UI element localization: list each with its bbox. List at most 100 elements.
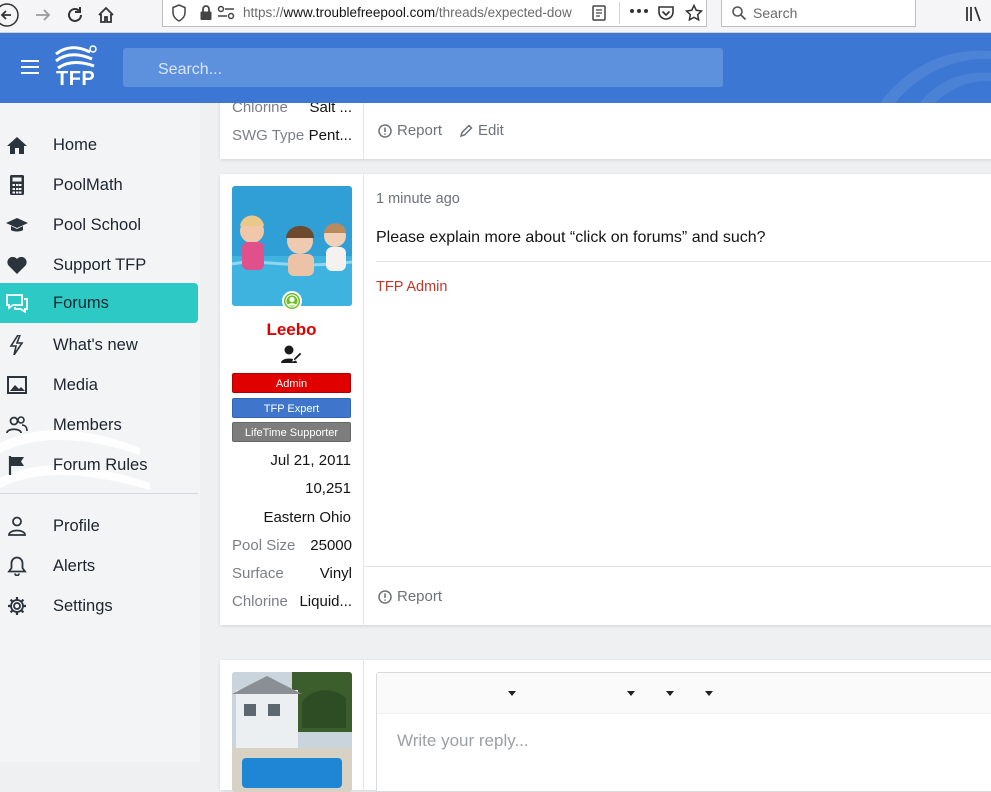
badge-lifetime-supporter: LifeTime Supporter (232, 422, 351, 442)
sidebar-item-whats-new[interactable]: What's new (0, 325, 198, 365)
shield-icon (172, 4, 186, 22)
sidebar-item-support-tfp[interactable]: Support TFP (0, 245, 198, 285)
forward-button[interactable] (30, 2, 56, 28)
sidebar-item-alerts[interactable]: Alerts (0, 546, 198, 586)
reply-editor[interactable]: Write your reply... (376, 672, 991, 792)
reply-placeholder: Write your reply... (397, 731, 529, 750)
library-icon[interactable] (964, 5, 984, 23)
info-value: Liquid... (299, 593, 352, 610)
more-dots-icon[interactable] (629, 8, 649, 14)
avatar[interactable] (232, 186, 352, 306)
hamburger-menu-icon (21, 60, 39, 74)
info-key: Pool Size (232, 537, 296, 554)
site-search-placeholder: Search... (158, 61, 223, 78)
chevron-down-icon[interactable] (705, 691, 713, 696)
site-search-input[interactable]: Search... (123, 48, 723, 87)
sidebar-item-poolmath[interactable]: PoolMath (0, 165, 198, 205)
chevron-down-icon[interactable] (627, 691, 635, 696)
sidebar-item-forum-rules[interactable]: Forum Rules (0, 445, 198, 485)
reload-icon (68, 7, 82, 22)
sidebar-item-label: Home (53, 136, 98, 154)
sidebar-item-label: What's new (53, 336, 138, 354)
post-signature: TFP Admin (376, 279, 448, 295)
post-footer-divider (364, 566, 991, 567)
browser-search-field[interactable]: Search (721, 0, 916, 27)
sidebar-item-members[interactable]: Members (0, 405, 198, 445)
sidebar-item-settings[interactable]: Settings (0, 586, 198, 626)
sidebar-item-label: Media (53, 376, 98, 394)
heart-icon (7, 256, 27, 274)
report-button[interactable]: Report (378, 122, 442, 139)
home-browser-button[interactable] (93, 2, 119, 28)
alert-circle-icon (378, 123, 392, 138)
user-location: Eastern Ohio (263, 509, 351, 526)
lock-icon (200, 5, 212, 20)
sidebar-item-profile[interactable]: Profile (0, 506, 198, 546)
staff-member-icon (281, 344, 303, 369)
avatar-photo (232, 186, 352, 306)
menu-toggle-button[interactable] (20, 59, 40, 80)
sidebar-item-home[interactable]: Home (0, 125, 198, 165)
flag-icon (8, 456, 24, 475)
reply-user-info (220, 660, 364, 792)
quick-reply: Write your reply... (220, 660, 991, 792)
online-status-indicator (282, 291, 302, 311)
edit-button[interactable]: Edit (459, 122, 504, 139)
info-value: Vinyl (319, 565, 352, 582)
badge-tfp-expert: TFP Expert (232, 398, 351, 418)
chevron-down-icon[interactable] (666, 691, 674, 696)
message-count[interactable]: 10,251 (305, 480, 351, 497)
info-key: Chlorine (232, 593, 288, 610)
browser-toolbar: https://www.troublefreepool.com/threads/… (0, 0, 991, 33)
sidebar-item-label: Alerts (53, 557, 96, 575)
username[interactable]: Leebo (220, 320, 363, 340)
browser-search-placeholder: Search (753, 5, 798, 21)
post-body: Please explain more about “click on foru… (376, 229, 766, 246)
post-timestamp[interactable]: 1 minute ago (376, 191, 460, 207)
online-user-icon (284, 293, 300, 309)
current-user-avatar[interactable] (232, 672, 352, 792)
sidebar-item-pool-school[interactable]: Pool School (0, 205, 198, 245)
tfp-logo[interactable]: TFP (54, 44, 100, 96)
search-icon (732, 6, 747, 21)
info-value: Pent... (308, 127, 352, 144)
sidebar-item-media[interactable]: Media (0, 365, 198, 405)
report-button[interactable]: Report (378, 588, 442, 605)
post-main: 1 minute ago Please explain more about “… (364, 174, 991, 625)
back-button[interactable] (0, 2, 20, 28)
sidebar-item-forums[interactable]: Forums (0, 283, 198, 323)
user-icon (8, 516, 26, 536)
avatar-photo (232, 672, 352, 792)
joined-date: Jul 21, 2011 (270, 452, 351, 469)
chevron-down-icon[interactable] (508, 691, 516, 696)
alert-circle-icon (378, 589, 392, 604)
sidebar-item-label: Forums (53, 294, 109, 312)
info-key: Surface (232, 565, 284, 582)
forward-arrow-icon (36, 9, 51, 21)
tfp-wave-logo-icon (55, 45, 97, 70)
comments-icon (6, 294, 28, 313)
url-bar[interactable]: https://www.troublefreepool.com/threads/… (162, 0, 707, 27)
sidebar-item-label: Settings (53, 597, 113, 615)
report-label: Report (397, 588, 443, 605)
user-edit-icon (281, 345, 303, 363)
sidebar-divider (0, 493, 198, 494)
url-text[interactable]: https://www.troublefreepool.com/threads/… (243, 5, 588, 20)
bolt-icon (9, 335, 24, 355)
reload-button[interactable] (62, 2, 88, 28)
house-icon (98, 6, 114, 23)
sidebar-item-label: Pool School (53, 216, 142, 234)
badge-admin: Admin (232, 373, 351, 393)
post-leebo: Leebo Admin TFP Expert LifeTime Supporte… (220, 174, 991, 625)
reader-view-icon[interactable] (591, 4, 607, 22)
url-host: www.troublefreepool.com (283, 5, 436, 20)
pocket-icon[interactable] (657, 4, 675, 22)
image-icon (7, 376, 27, 394)
post-user-info: Leebo Admin TFP Expert LifeTime Supporte… (220, 174, 364, 625)
bookmark-star-icon[interactable] (685, 4, 703, 22)
pencil-icon (459, 123, 473, 137)
info-key: SWG Type (232, 127, 305, 144)
sidebar-item-label: Support TFP (53, 256, 147, 274)
site-permissions-icon (217, 5, 235, 20)
sidebar-item-label: Forum Rules (53, 456, 148, 474)
